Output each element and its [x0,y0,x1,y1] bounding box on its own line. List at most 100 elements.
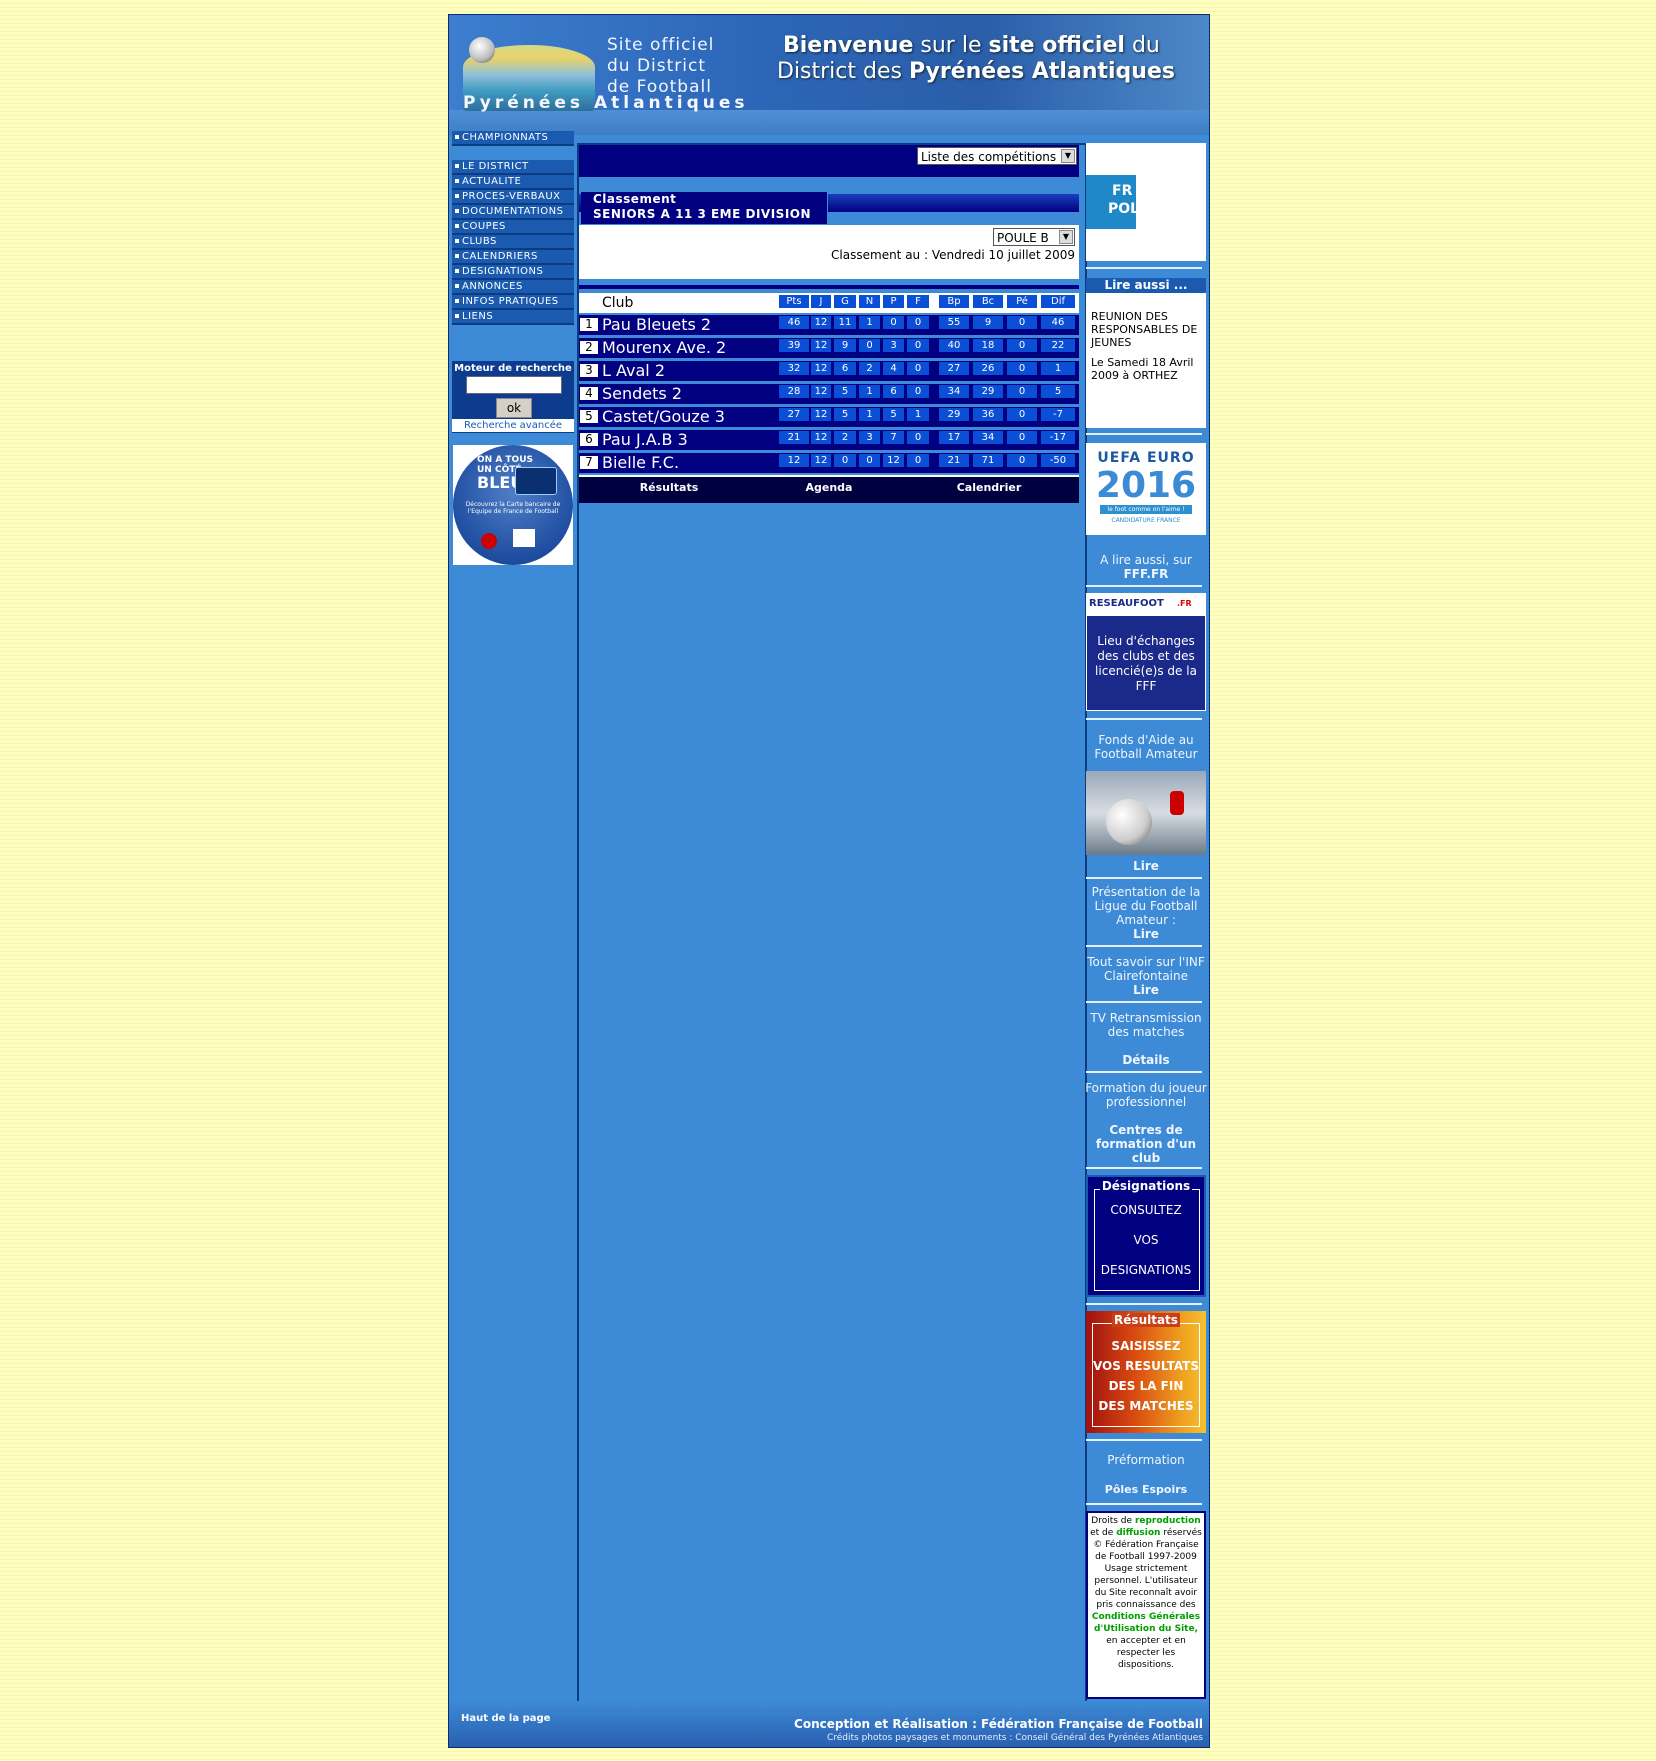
tab-agenda[interactable]: Agenda [779,481,879,494]
search-input[interactable] [466,376,562,394]
nav-item[interactable]: DESIGNATIONS [452,265,574,280]
club-name[interactable]: Sendets 2 [602,384,682,403]
lire-aussi-item[interactable]: REUNION DES RESPONSABLES DE JEUNES [1091,310,1203,349]
footer-credit: Conception et Réalisation : Fédération F… [794,1717,1203,1731]
competition-select[interactable]: Liste des compétitions ▼ [917,147,1077,165]
standings-header-row: Club Pts J G N P F Bp Bc Pé Dif [579,293,1079,313]
poule-select[interactable]: POULE B ▼ [993,228,1075,246]
stat-cell: 0 [907,431,929,444]
search-button[interactable]: ok [496,398,532,418]
stat-cell: 6 [834,362,856,375]
back-to-top-link[interactable]: Haut de la page [461,1713,550,1724]
reseaufoot-suffix: .FR [1177,599,1192,608]
club-name[interactable]: Pau J.A.B 3 [602,430,688,449]
stat-cell: 17 [939,431,969,444]
copyright-text: et de [1090,1528,1114,1538]
stat-cell: 32 [779,362,809,375]
nav-item[interactable]: LE DISTRICT [452,160,574,175]
nav-championnats[interactable]: CHAMPIONNATS [452,131,574,146]
stat-cell: 1 [907,408,929,421]
copyright-text: en accepter et en respecter les disposit… [1106,1636,1186,1670]
stat-cell: 12 [811,385,831,398]
stat-cell: 39 [779,339,809,352]
stat-cell: 29 [939,408,969,421]
nav-item[interactable]: CLUBS [452,235,574,250]
top-banner[interactable]: FR POL [1086,143,1206,261]
rank-cell: 4 [580,387,598,400]
fonds-text: Football Amateur [1094,747,1198,761]
table-row[interactable]: 3L Aval 2 32 12 6 2 4 0 27 26 0 1 [579,361,1079,381]
advanced-search-link[interactable]: Recherche avancée [452,419,574,432]
stat-cell: 28 [779,385,809,398]
fonds-photo[interactable] [1086,771,1206,855]
table-row[interactable]: 5 Castet/Gouze 3 27 12 5 1 5 1 29 36 0 -7 [579,407,1079,427]
nav-item[interactable]: DOCUMENTATIONS [452,205,574,220]
divider [579,285,1079,289]
nav-item[interactable]: ANNONCES [452,280,574,295]
rank-cell: 7 [580,456,598,469]
reseaufoot-banner[interactable]: RESEAUFOOT .FR Lieu d'échanges des clubs… [1086,593,1206,711]
stat-cell: 34 [973,431,1003,444]
stat-cell: 0 [1007,454,1037,467]
stat-cell: 0 [1007,385,1037,398]
club-name[interactable]: Castet/Gouze 3 [602,407,725,426]
preformation-link[interactable]: Préformation [1084,1453,1208,1467]
divider [1086,945,1202,947]
designations-banner[interactable]: Désignations CONSULTEZ VOS DESIGNATIONS [1086,1175,1206,1297]
stat-cell: 0 [907,362,929,375]
club-name[interactable]: Bielle F.C. [602,453,679,472]
column-header: F [907,295,929,308]
stat-cell: 21 [939,454,969,467]
results-line: SAISISSEZ [1111,1339,1181,1353]
fff-link[interactable]: FFF.FR [1084,567,1208,581]
fonds-link[interactable]: Lire [1084,859,1208,873]
ligue-link[interactable]: Lire [1084,927,1208,941]
formation-link[interactable]: Centres de formation d'un club [1084,1123,1208,1165]
stat-cell: 71 [973,454,1003,467]
inf-link[interactable]: Lire [1084,983,1208,997]
nav-item[interactable]: CALENDRIERS [452,250,574,265]
cgu-link[interactable]: Conditions Générales d'Utilisation du Si… [1092,1612,1200,1634]
stat-cell: 9 [834,339,856,352]
table-row[interactable]: 7 Bielle F.C. 12 12 0 0 12 0 21 71 0 -50 [579,453,1079,473]
promo-banner[interactable]: ON A TOUS UN CÔTÉ BLEU Découvrez la Cart… [453,445,573,565]
nav-item[interactable]: PROCES-VERBAUX [452,190,574,205]
stat-cell: 5 [1041,385,1075,398]
club-name[interactable]: Mourenx Ave. 2 [602,338,726,357]
copyright-text: Droits de [1091,1516,1133,1526]
table-row[interactable]: 4 Sendets 2 28 12 5 1 6 0 34 29 0 5 [579,384,1079,404]
tab-calendar[interactable]: Calendrier [939,481,1039,494]
column-header: P [883,295,904,308]
designations-title-wrap: Désignations [1088,1179,1204,1193]
table-row[interactable]: 1 Pau Bleuets 2 46 12 11 1 0 0 55 9 0 46 [579,315,1079,335]
tab-results[interactable]: Résultats [619,481,719,494]
euro-year: 2016 [1095,465,1197,506]
club-name[interactable]: L Aval 2 [602,361,665,380]
table-row[interactable]: 2 Mourenx Ave. 2 39 12 9 0 3 0 40 18 0 22 [579,338,1079,358]
search-panel: Moteur de recherche ok Recherche avancée [452,361,574,433]
promo-line: ON A TOUS [477,455,533,465]
club-name[interactable]: Pau Bleuets 2 [602,315,711,334]
stat-cell: 9 [973,316,1003,329]
results-banner[interactable]: Résultats SAISISSEZ VOS RESULTATS DES LA… [1086,1311,1206,1433]
rank-cell: 6 [580,433,598,446]
poles-link[interactable]: Pôles Espoirs [1084,1483,1208,1497]
euro-2016-banner[interactable]: UEFA EURO 2016 le foot comme on l'aime !… [1086,443,1206,535]
nav-item[interactable]: INFOS PRATIQUES [452,295,574,310]
nav-item[interactable]: LIENS [452,310,574,325]
welcome-word: Bienvenue [783,33,914,58]
results-line: DES MATCHES [1098,1399,1194,1413]
welcome-word: District des [777,59,902,84]
nav-item[interactable]: ACTUALITE [452,175,574,190]
rank-cell: 3 [580,364,598,377]
table-row[interactable]: 6 Pau J.A.B 3 21 12 2 3 7 0 17 34 0 -17 [579,430,1079,450]
stat-cell: 12 [779,454,809,467]
stat-cell: 0 [1007,362,1037,375]
results-line: VOS RESULTATS [1092,1359,1200,1373]
welcome-word: du [1131,33,1160,58]
divider [1086,1503,1202,1505]
results-title-wrap: Résultats [1086,1313,1206,1327]
column-header: Pé [1007,295,1037,308]
tv-link[interactable]: Détails [1084,1053,1208,1067]
nav-item[interactable]: COUPES [452,220,574,235]
